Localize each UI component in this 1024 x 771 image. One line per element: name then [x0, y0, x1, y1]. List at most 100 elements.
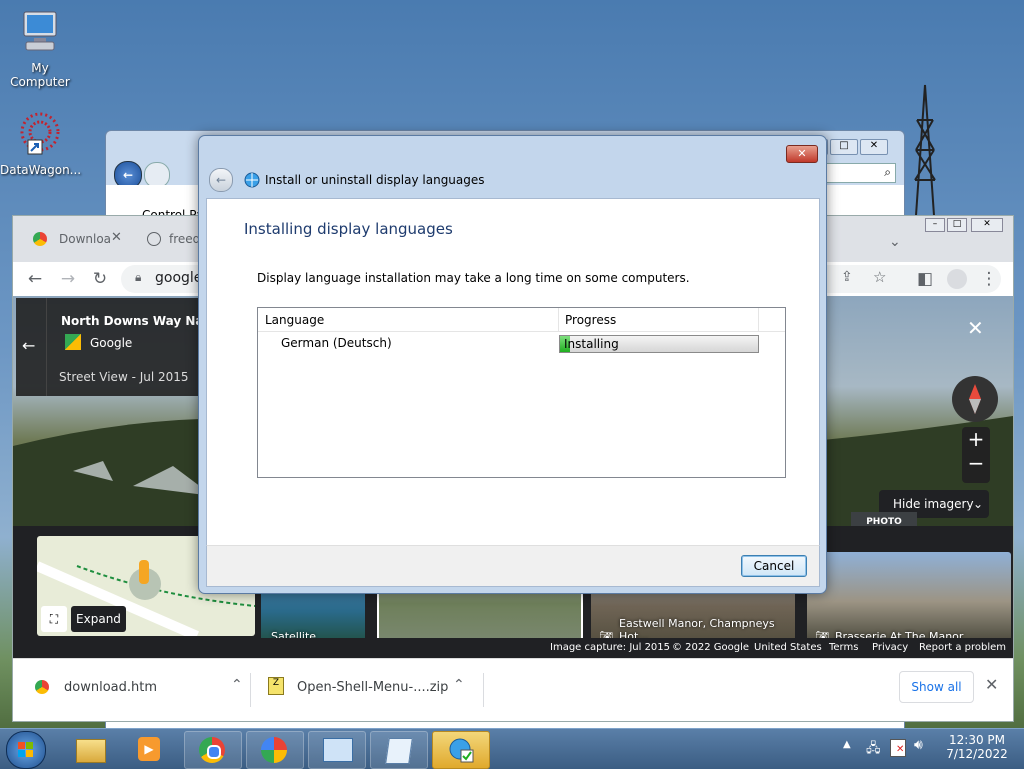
- tab-search-chevron-icon[interactable]: ⌄: [889, 234, 901, 250]
- action-center-icon[interactable]: ✕: [890, 739, 906, 757]
- zoom-out-button[interactable]: −: [962, 451, 990, 475]
- column-divider: [758, 308, 759, 331]
- back-button[interactable]: ←: [16, 298, 47, 396]
- clock-time: 12:30 PM: [949, 733, 1005, 747]
- chevron-down-icon: ⌄: [973, 497, 984, 511]
- expand-label[interactable]: Expand: [71, 606, 126, 632]
- volume-icon[interactable]: 🔊︎: [914, 737, 923, 753]
- taskbar: ▶ ▲ 🖧︎ ✕ 🔊︎ 12:30 PM 7/12/2022: [0, 728, 1024, 769]
- address-text: google: [155, 270, 203, 286]
- dialog-body: Installing display languages Display lan…: [206, 198, 820, 546]
- media-play-icon: ▶: [138, 737, 160, 761]
- globe-icon: [147, 232, 161, 246]
- notepad-icon: [385, 738, 413, 764]
- close-button[interactable]: ✕: [786, 145, 818, 163]
- footer-links: Image capture: Jul 2015 © 2022 Google Un…: [13, 638, 1013, 658]
- control-panel-icon: [323, 738, 353, 762]
- network-icon[interactable]: 🖧︎: [866, 739, 881, 761]
- chrome-file-icon: [35, 680, 49, 694]
- reload-icon[interactable]: ↻: [88, 267, 112, 291]
- dialog-footer: Cancel: [206, 545, 820, 587]
- dialog-note: Display language installation may take a…: [257, 271, 690, 285]
- chevron-up-icon[interactable]: ⌃: [453, 677, 465, 693]
- country-link[interactable]: United States: [754, 642, 822, 653]
- chrome-window-controls: – □ ✕: [925, 218, 1005, 232]
- clock[interactable]: 12:30 PM 7/12/2022: [946, 733, 1008, 761]
- cancel-button[interactable]: Cancel: [741, 555, 807, 577]
- language-list: Language Progress German (Deutsch) Insta…: [257, 307, 786, 478]
- divider: [250, 673, 251, 707]
- favicon-icon: [33, 232, 47, 246]
- minimize-button[interactable]: –: [925, 218, 945, 232]
- taskbar-notepad[interactable]: [370, 731, 428, 769]
- install-progress-bar: Installing: [559, 335, 759, 353]
- back-arrow-icon[interactable]: ←: [209, 168, 233, 192]
- tab-downloads[interactable]: Downloa ✕: [33, 230, 133, 252]
- start-button[interactable]: [6, 731, 46, 769]
- download-item[interactable]: download.htm ⌃: [23, 669, 248, 709]
- downloads-bar: download.htm ⌃ Z Open-Shell-Menu-....zip…: [13, 658, 1013, 721]
- column-divider: [558, 308, 559, 331]
- download-item[interactable]: Z Open-Shell-Menu-....zip ⌃: [263, 669, 488, 709]
- zoom-in-button[interactable]: +: [962, 427, 990, 451]
- list-header: Language Progress: [258, 308, 785, 332]
- folder-icon: [76, 739, 106, 763]
- expand-icon[interactable]: ⛶: [41, 606, 67, 632]
- install-languages-dialog[interactable]: ✕ ← Install or uninstall display languag…: [198, 135, 827, 594]
- taskbar-language-installer[interactable]: [432, 731, 490, 769]
- terms-link[interactable]: Terms: [829, 642, 858, 653]
- zoom-controls: + −: [962, 427, 990, 483]
- thumbnail-brasserie[interactable]: 📷︎ Brasserie At The Manor: [807, 552, 1011, 651]
- close-downloads-icon[interactable]: ✕: [985, 675, 998, 694]
- tab-label: Downloa: [59, 232, 112, 246]
- taskbar-control-panel[interactable]: [308, 731, 366, 769]
- search-icon: ⌕: [884, 165, 891, 179]
- profile-avatar[interactable]: [947, 269, 967, 289]
- show-hidden-icons[interactable]: ▲: [843, 739, 851, 750]
- copyright-text: © 2022 Google: [672, 642, 750, 653]
- taskbar-explorer[interactable]: [62, 731, 118, 767]
- tab-label: freed: [169, 232, 201, 246]
- show-all-button[interactable]: Show all: [899, 671, 974, 703]
- close-button[interactable]: ✕: [971, 218, 1003, 232]
- bookmark-star-icon[interactable]: ☆: [873, 268, 886, 286]
- dialog-heading: Installing display languages: [244, 220, 453, 238]
- report-problem-link[interactable]: Report a problem: [919, 642, 1006, 653]
- maximize-button[interactable]: □: [947, 218, 967, 232]
- taskbar-keepass[interactable]: [246, 731, 304, 769]
- dialog-title: Install or uninstall display languages: [265, 173, 485, 187]
- zip-file-icon: Z: [268, 677, 284, 695]
- column-header-progress[interactable]: Progress: [565, 313, 616, 327]
- language-installer-icon: [449, 738, 474, 763]
- forward-icon[interactable]: →: [56, 267, 80, 291]
- taskbar-chrome[interactable]: [184, 731, 242, 769]
- close-button[interactable]: ✕: [860, 139, 888, 155]
- computer-icon: [23, 11, 57, 51]
- compass-icon[interactable]: [952, 376, 998, 422]
- clock-date: 7/12/2022: [946, 747, 1008, 761]
- privacy-link[interactable]: Privacy: [872, 642, 908, 653]
- maximize-button[interactable]: □: [830, 139, 858, 155]
- share-icon[interactable]: ⇪: [841, 269, 853, 285]
- image-capture-text: Image capture: Jul 2015: [550, 642, 671, 653]
- desktop-icon-my-computer[interactable]: My Computer: [0, 8, 80, 89]
- side-panel-icon[interactable]: ◧: [913, 267, 937, 291]
- lock-icon: 🔒︎: [135, 270, 142, 284]
- desktop: My Computer DataWagon... – □ ✕ ← ⌕ ? Con…: [0, 0, 1024, 769]
- language-globe-icon: [244, 172, 260, 188]
- chrome-icon: [199, 737, 225, 763]
- chevron-up-icon[interactable]: ⌃: [231, 677, 243, 693]
- back-icon[interactable]: ←: [23, 267, 47, 291]
- back-arrow-icon: ←: [22, 336, 36, 355]
- column-header-language[interactable]: Language: [265, 313, 324, 327]
- tab-close-icon[interactable]: ✕: [111, 230, 122, 245]
- progress-status: Installing: [564, 337, 619, 351]
- desktop-icon-label: My Computer: [10, 61, 70, 89]
- divider: [483, 673, 484, 707]
- windows-logo-icon: [18, 742, 33, 757]
- google-maps-logo-icon: [65, 334, 81, 350]
- close-street-view-icon[interactable]: ✕: [967, 316, 984, 340]
- menu-kebab-icon[interactable]: ⋮: [977, 267, 1001, 291]
- desktop-icon-datawagon[interactable]: DataWagon...: [0, 110, 81, 177]
- taskbar-media-player[interactable]: ▶: [122, 731, 178, 767]
